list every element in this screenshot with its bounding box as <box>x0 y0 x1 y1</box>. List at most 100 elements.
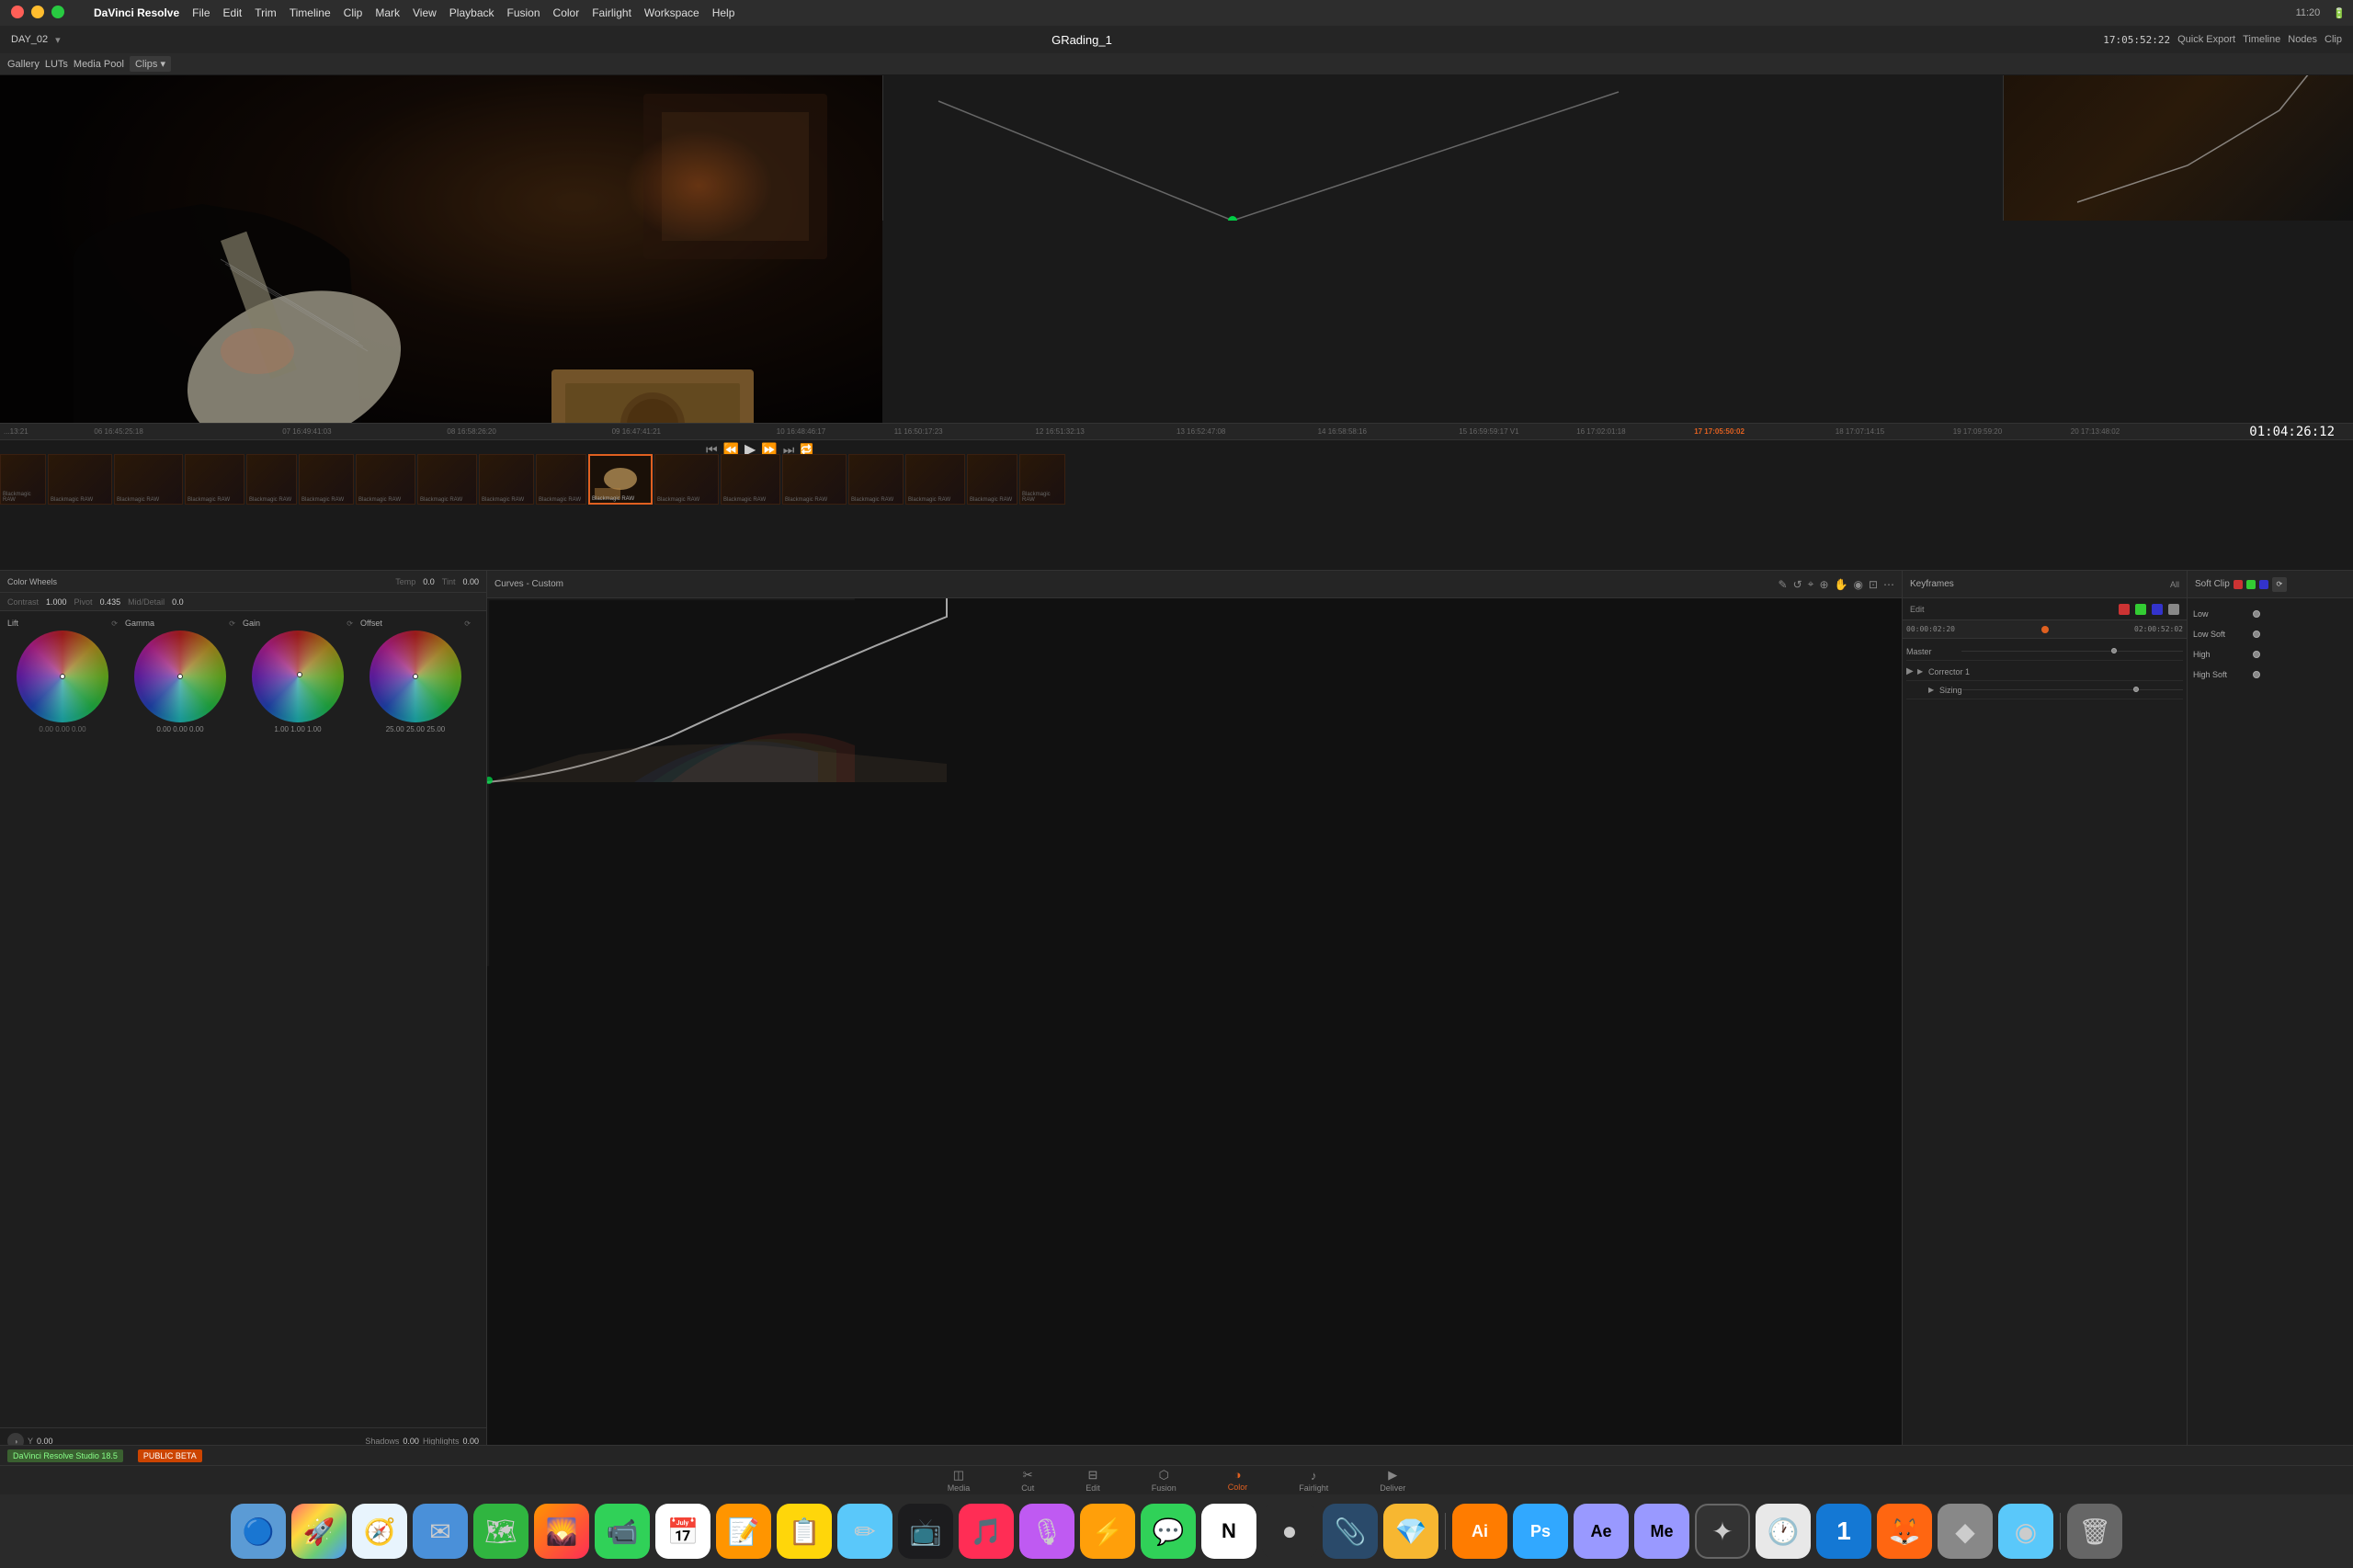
menu-fairlight[interactable]: Fairlight <box>592 6 631 19</box>
dock-appletv[interactable]: 📺 <box>898 1504 953 1559</box>
clip-item[interactable]: Blackmagic RAW <box>536 454 586 505</box>
dock-aftereffects[interactable]: Ae <box>1574 1504 1629 1559</box>
dock-maps[interactable]: 🗺 <box>473 1504 529 1559</box>
menu-help[interactable]: Help <box>712 6 735 19</box>
curves-edit-icon[interactable]: ✎ <box>1779 578 1788 591</box>
dock-mail[interactable]: ✉ <box>413 1504 468 1559</box>
dock-amp[interactable]: ⚡ <box>1080 1504 1135 1559</box>
clip-item[interactable]: Blackmagic RAW <box>246 454 297 505</box>
master-keyframe[interactable] <box>2111 648 2117 653</box>
clip-item[interactable]: Blackmagic RAW <box>848 454 904 505</box>
module-media[interactable]: ◫ Media <box>940 1464 978 1496</box>
menu-workspace[interactable]: Workspace <box>644 6 699 19</box>
clip-item[interactable]: Blackmagic RAW <box>0 454 46 505</box>
dock-onepassword[interactable]: 1 <box>1816 1504 1871 1559</box>
clips-btn[interactable]: Clips ▾ <box>130 56 171 72</box>
minimize-button[interactable] <box>31 6 44 18</box>
clip-item[interactable]: Blackmagic RAW <box>782 454 847 505</box>
clip-item[interactable]: Blackmagic RAW <box>479 454 534 505</box>
dock-app3[interactable]: ◉ <box>1998 1504 2053 1559</box>
dock-messages[interactable]: 💬 <box>1141 1504 1196 1559</box>
soft-clip-settings-icon[interactable]: ⟳ <box>2272 577 2287 592</box>
dock-mediaencoder[interactable]: Me <box>1634 1504 1689 1559</box>
nodes-btn[interactable]: Nodes <box>2288 34 2317 45</box>
timeline-btn[interactable]: Timeline <box>2243 34 2280 45</box>
curves-reset-icon[interactable]: ↺ <box>1793 578 1802 591</box>
soft-clip-high-dot[interactable] <box>2253 651 2260 658</box>
curves-zoom-icon[interactable]: ⊕ <box>1819 578 1828 591</box>
quick-export-btn[interactable]: Quick Export <box>2177 34 2235 45</box>
dropdown-arrow[interactable]: ▾ <box>55 34 61 46</box>
menu-view[interactable]: View <box>413 6 437 19</box>
clip-item[interactable]: Blackmagic RAW <box>905 454 965 505</box>
curves-hand-icon[interactable]: ✋ <box>1835 578 1848 591</box>
module-edit[interactable]: ⊟ Edit <box>1078 1464 1108 1496</box>
curves-pick-icon[interactable]: ⌖ <box>1808 577 1814 591</box>
dock-notion[interactable]: N <box>1201 1504 1256 1559</box>
menu-mark[interactable]: Mark <box>375 6 400 19</box>
gain-wheel[interactable] <box>252 631 344 722</box>
lift-wheel[interactable] <box>17 631 108 722</box>
dock-facetime[interactable]: 📹 <box>595 1504 650 1559</box>
menu-timeline[interactable]: Timeline <box>290 6 331 19</box>
menu-color[interactable]: Color <box>553 6 580 19</box>
dock-safari[interactable]: 🧭 <box>352 1504 407 1559</box>
menu-trim[interactable]: Trim <box>255 6 277 19</box>
curves-copy-icon[interactable]: ⊡ <box>1869 578 1878 591</box>
module-fusion[interactable]: ⬡ Fusion <box>1144 1464 1184 1496</box>
dock-sketch[interactable]: 💎 <box>1383 1504 1438 1559</box>
dock-notes[interactable]: 📋 <box>777 1504 832 1559</box>
clip-item[interactable]: Blackmagic RAW <box>1019 454 1065 505</box>
dock-clipboard[interactable]: 📎 <box>1323 1504 1378 1559</box>
dock-firefox[interactable]: 🦊 <box>1877 1504 1932 1559</box>
menu-clip[interactable]: Clip <box>344 6 363 19</box>
module-deliver[interactable]: ▶ Deliver <box>1372 1464 1413 1496</box>
dock-photoshop[interactable]: Ps <box>1513 1504 1568 1559</box>
menu-playback[interactable]: Playback <box>449 6 494 19</box>
sizing-keyframe[interactable] <box>2133 687 2139 692</box>
curves-more-icon[interactable]: ⋯ <box>1883 578 1894 591</box>
dock-app2[interactable]: ◆ <box>1938 1504 1993 1559</box>
menu-edit[interactable]: Edit <box>223 6 243 19</box>
clip-item[interactable]: Blackmagic RAW <box>185 454 244 505</box>
dock-photos[interactable]: 🌄 <box>534 1504 589 1559</box>
menu-fusion[interactable]: Fusion <box>507 6 540 19</box>
fullscreen-button[interactable] <box>51 6 64 18</box>
dock-freeform[interactable]: ✏ <box>837 1504 892 1559</box>
clip-item[interactable]: Blackmagic RAW <box>417 454 477 505</box>
curves-node-icon[interactable]: ◉ <box>1853 578 1862 591</box>
menu-file[interactable]: File <box>192 6 210 19</box>
dock-clock[interactable]: 🕐 <box>1756 1504 1811 1559</box>
dock-calendar[interactable]: 📅 <box>655 1504 710 1559</box>
menu-app-name[interactable]: DaVinci Resolve <box>94 6 179 19</box>
soft-clip-low-dot[interactable] <box>2253 610 2260 618</box>
module-cut[interactable]: ✂ Cut <box>1014 1464 1041 1496</box>
dock-music[interactable]: 🎵 <box>959 1504 1014 1559</box>
dock-app1[interactable]: ● <box>1262 1504 1317 1559</box>
close-button[interactable] <box>11 6 24 18</box>
gamma-wheel[interactable] <box>134 631 226 722</box>
luts-btn[interactable]: LUTs <box>45 59 68 70</box>
dock-podcasts[interactable]: 🎙 <box>1019 1504 1074 1559</box>
dock-finder[interactable]: 🔵 <box>231 1504 286 1559</box>
module-fairlight[interactable]: ♪ Fairlight <box>1291 1465 1336 1496</box>
gallery-btn[interactable]: Gallery <box>7 59 40 70</box>
clip-item[interactable]: Blackmagic RAW <box>721 454 780 505</box>
all-btn[interactable]: All <box>2170 580 2179 589</box>
soft-clip-lowsoft-dot[interactable] <box>2253 631 2260 638</box>
clip-item[interactable]: Blackmagic RAW <box>114 454 183 505</box>
clip-item[interactable]: Blackmagic RAW <box>299 454 354 505</box>
dock-trash[interactable]: 🗑 <box>2067 1504 2122 1559</box>
dock-davinci[interactable]: ✦ <box>1695 1504 1750 1559</box>
soft-clip-highsoft-dot[interactable] <box>2253 671 2260 678</box>
curves-canvas[interactable] <box>487 598 1902 1465</box>
module-color[interactable]: ◑ Color <box>1221 1464 1256 1497</box>
clip-item[interactable]: Blackmagic RAW <box>356 454 415 505</box>
dock-illustrator[interactable]: Ai <box>1452 1504 1507 1559</box>
clip-item[interactable]: Blackmagic RAW <box>654 454 719 505</box>
dock-reminders[interactable]: 📝 <box>716 1504 771 1559</box>
clip-item[interactable]: Blackmagic RAW <box>48 454 112 505</box>
clip-item[interactable]: Blackmagic RAW <box>967 454 1017 505</box>
clip-item-active[interactable]: Blackmagic RAW <box>588 454 653 505</box>
offset-wheel[interactable] <box>369 631 461 722</box>
